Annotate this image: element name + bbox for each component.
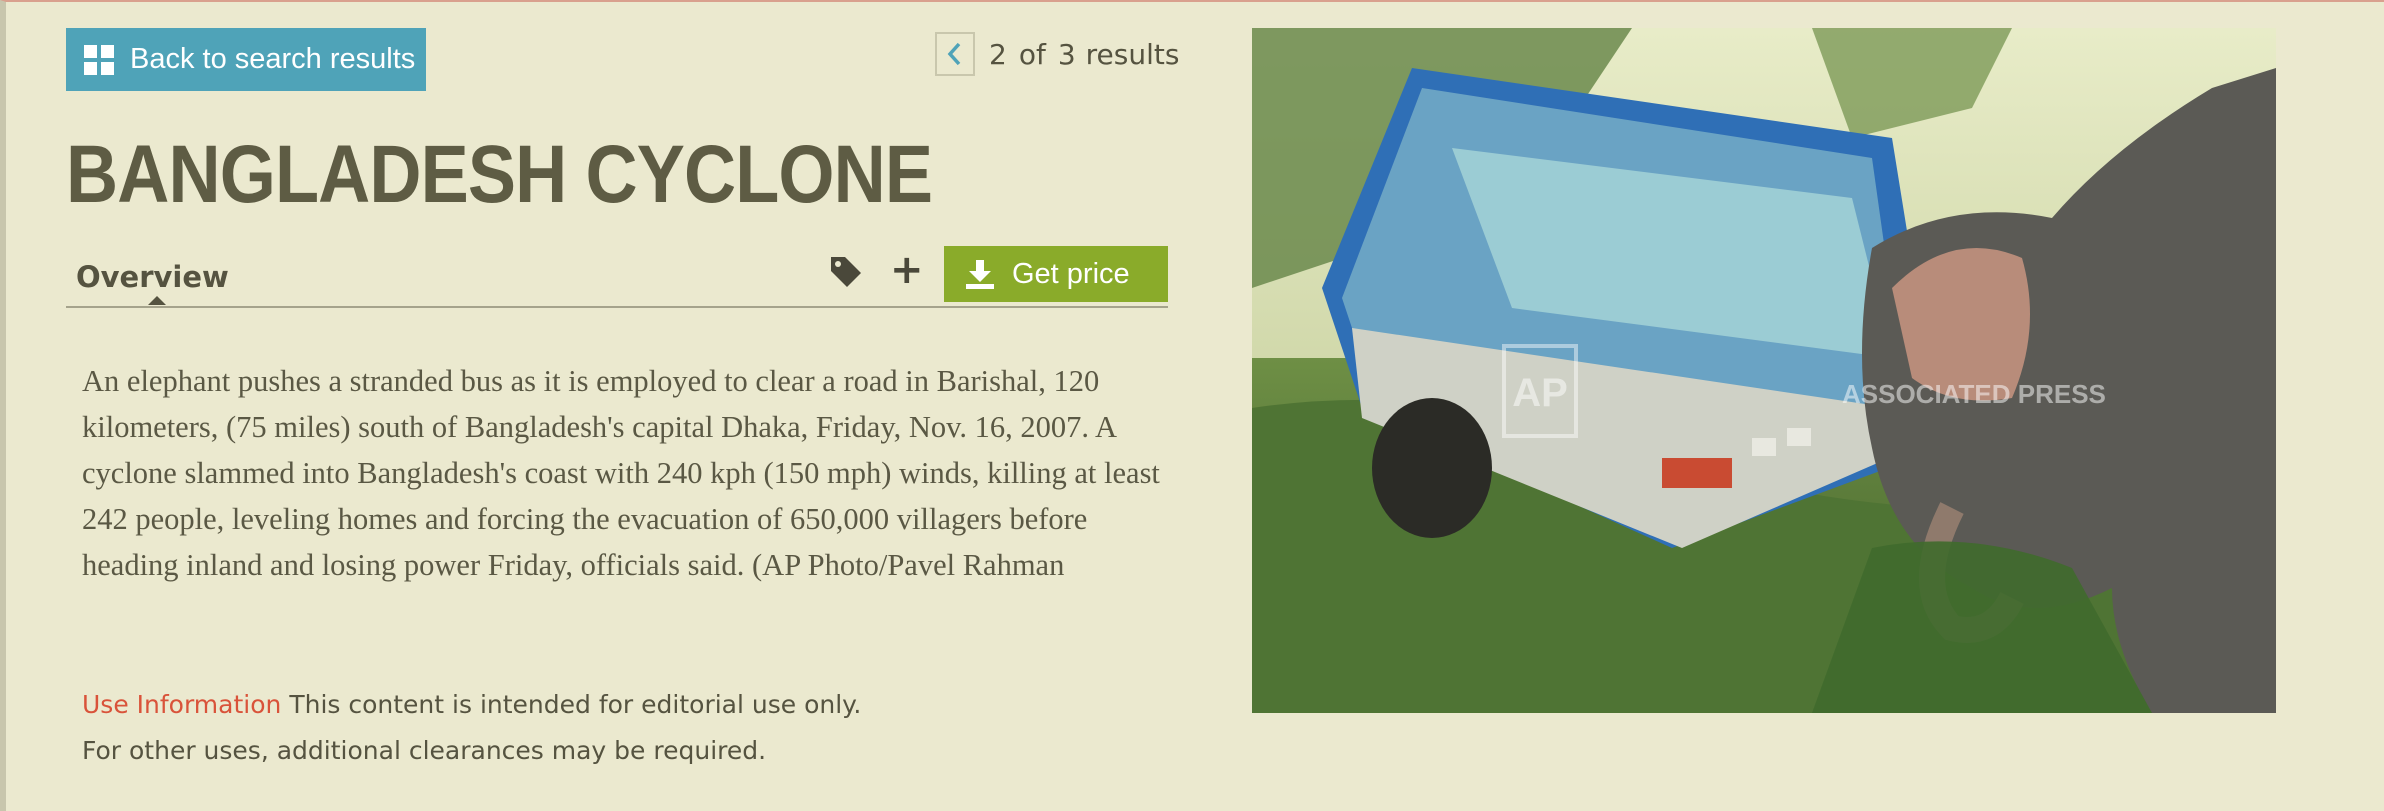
download-icon (966, 260, 994, 289)
watermark-text: ASSOCIATED PRESS (1842, 379, 2106, 409)
tag-icon[interactable] (828, 254, 864, 290)
pager-current: 2 (989, 37, 1007, 71)
pager-total: 3 (1057, 37, 1076, 71)
use-information: Use Information This content is intended… (82, 682, 1182, 774)
news-photo[interactable]: AP ASSOCIATED PRESS (1252, 28, 2276, 713)
tab-overview[interactable]: Overview (76, 260, 229, 294)
back-button-label: Back to search results (130, 43, 416, 75)
get-price-button[interactable]: Get price (944, 246, 1168, 302)
photo-elephant-bus: AP ASSOCIATED PRESS (1252, 28, 2276, 713)
plus-icon[interactable]: + (890, 250, 924, 290)
photo-caption: An elephant pushes a stranded bus as it … (82, 364, 1160, 582)
tab-bar: Overview + Get price (66, 240, 1168, 308)
use-information-label[interactable]: Use Information (82, 690, 281, 719)
pager-unit: results (1085, 37, 1180, 71)
previous-result-button[interactable] (935, 32, 975, 76)
grid-icon (84, 44, 114, 75)
use-information-line1: This content is intended for editorial u… (289, 690, 862, 719)
back-to-results-button[interactable]: Back to search results (66, 28, 426, 91)
chevron-left-icon (947, 42, 961, 66)
result-pager: 2 of 3 results (935, 30, 1179, 78)
watermark-badge-text: AP (1512, 371, 1568, 415)
pager-of: of (1018, 37, 1046, 71)
page-title: BANGLADESH CYCLONE (66, 129, 933, 220)
use-information-line2: For other uses, additional clearances ma… (82, 736, 767, 765)
get-price-label: Get price (1012, 257, 1130, 290)
active-tab-caret (148, 296, 166, 305)
